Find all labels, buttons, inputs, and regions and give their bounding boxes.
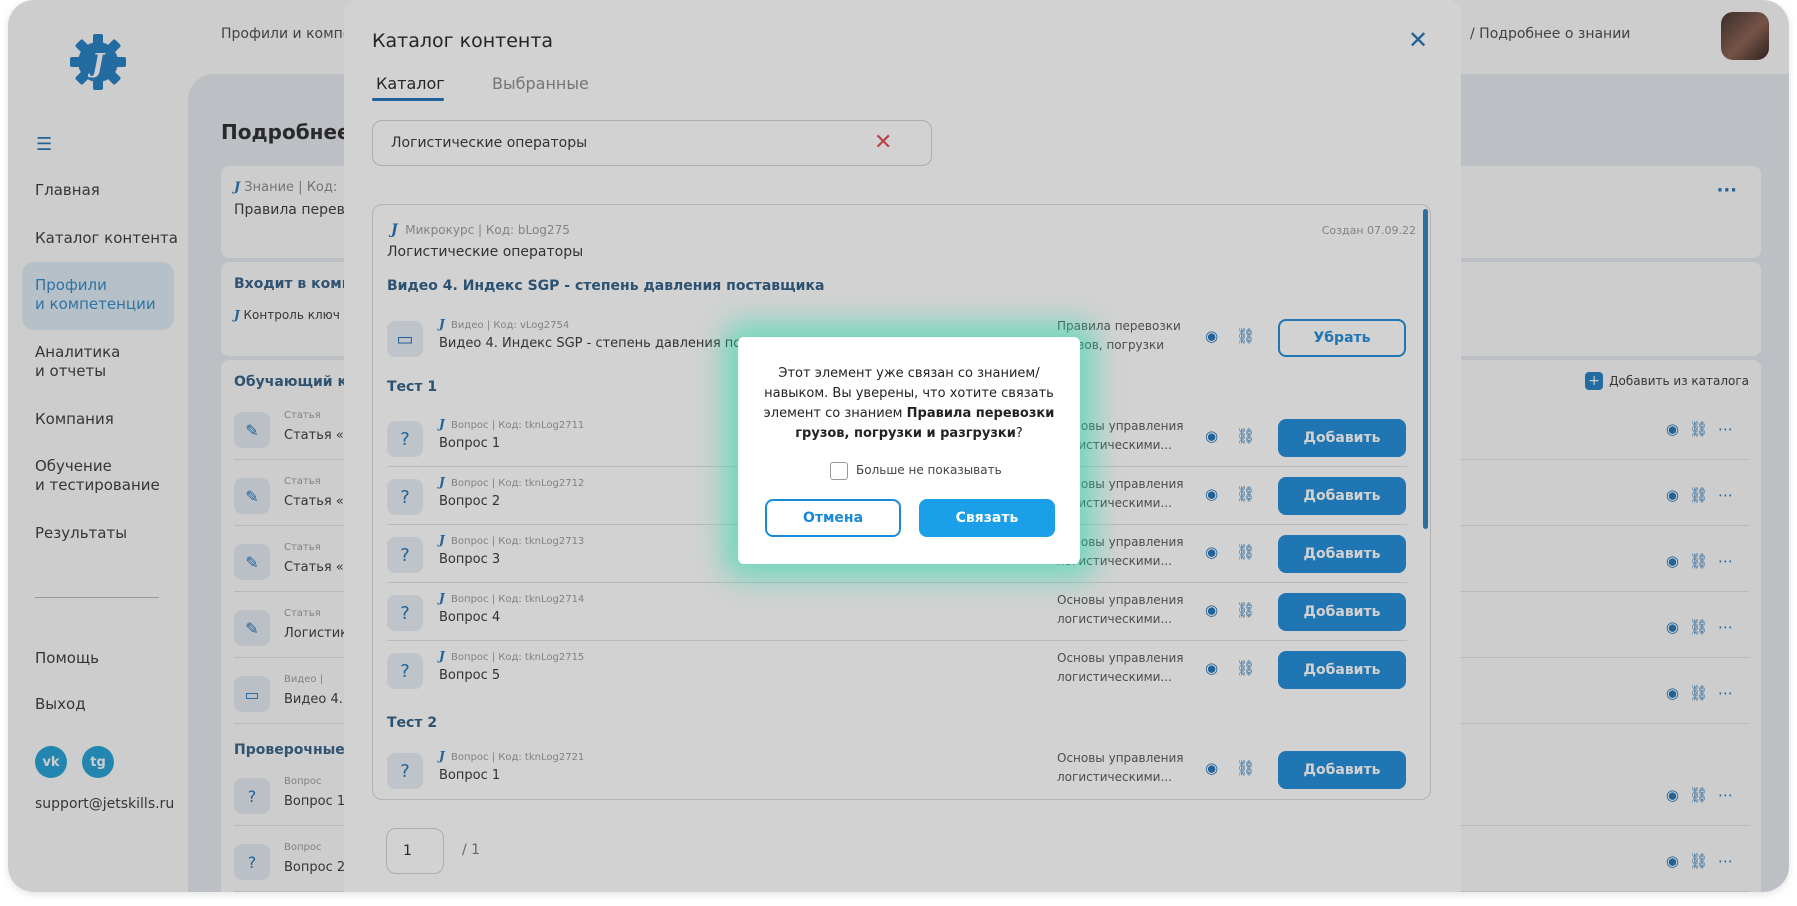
dont-show-checkbox[interactable] bbox=[830, 462, 848, 480]
dialog-message-end: ? bbox=[1015, 426, 1023, 441]
confirm-dialog: Этот элемент уже связан со знанием/навык… bbox=[738, 337, 1080, 564]
cancel-button[interactable]: Отмена bbox=[765, 499, 901, 537]
dont-show-label[interactable]: Больше не показывать bbox=[856, 463, 1002, 477]
link-button[interactable]: Связать bbox=[919, 499, 1055, 537]
dialog-message: Этот элемент уже связан со знанием/навык… bbox=[756, 364, 1062, 444]
app-window: J ☰ Главная Каталог контента Профили и к… bbox=[8, 0, 1789, 892]
